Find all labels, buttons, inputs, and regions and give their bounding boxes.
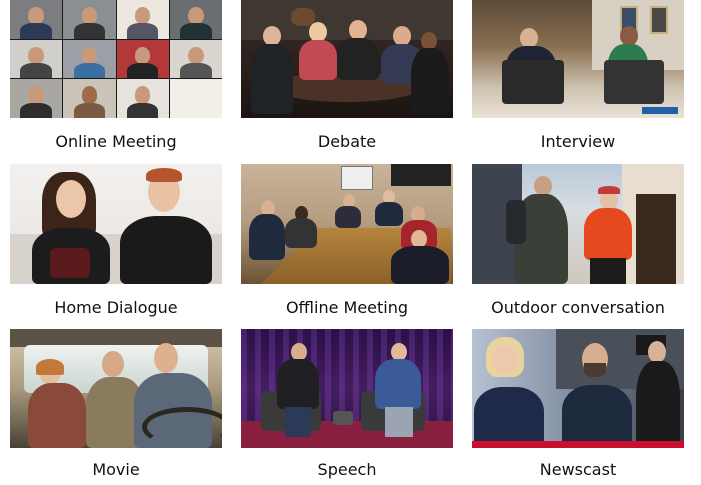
tile-caption: Offline Meeting (285, 298, 409, 317)
newscast-thumbnail (472, 329, 684, 448)
tile-outdoor-conversation: Outdoor conversation (472, 164, 684, 324)
offline-meeting-thumbnail (241, 164, 453, 284)
outdoor-conversation-thumbnail (472, 164, 684, 284)
news-ticker-bar (472, 441, 684, 448)
online-meeting-thumbnail (10, 0, 222, 118)
home-dialogue-thumbnail (10, 164, 222, 284)
tile-caption: Debate (317, 132, 377, 151)
tile-caption: Movie (92, 460, 140, 479)
tile-caption: Speech (317, 460, 377, 479)
tile-debate: Debate (241, 0, 453, 156)
tile-online-meeting: Online Meeting (10, 0, 222, 156)
tile-caption: Outdoor conversation (491, 298, 665, 317)
tile-interview: Interview (472, 0, 684, 156)
tile-caption: Online Meeting (55, 132, 177, 151)
tile-home-dialogue: Home Dialogue (10, 164, 222, 324)
debate-thumbnail (241, 0, 453, 118)
tile-caption: Newscast (539, 460, 617, 479)
interview-thumbnail (472, 0, 684, 118)
movie-thumbnail (10, 329, 222, 448)
tile-caption: Home Dialogue (54, 298, 178, 317)
tile-offline-meeting: Offline Meeting (241, 164, 453, 324)
tile-newscast: Newscast (472, 329, 684, 485)
tile-speech: Speech (241, 329, 453, 485)
speech-thumbnail (241, 329, 453, 448)
tile-movie: Movie (10, 329, 222, 485)
tile-caption: Interview (540, 132, 616, 151)
